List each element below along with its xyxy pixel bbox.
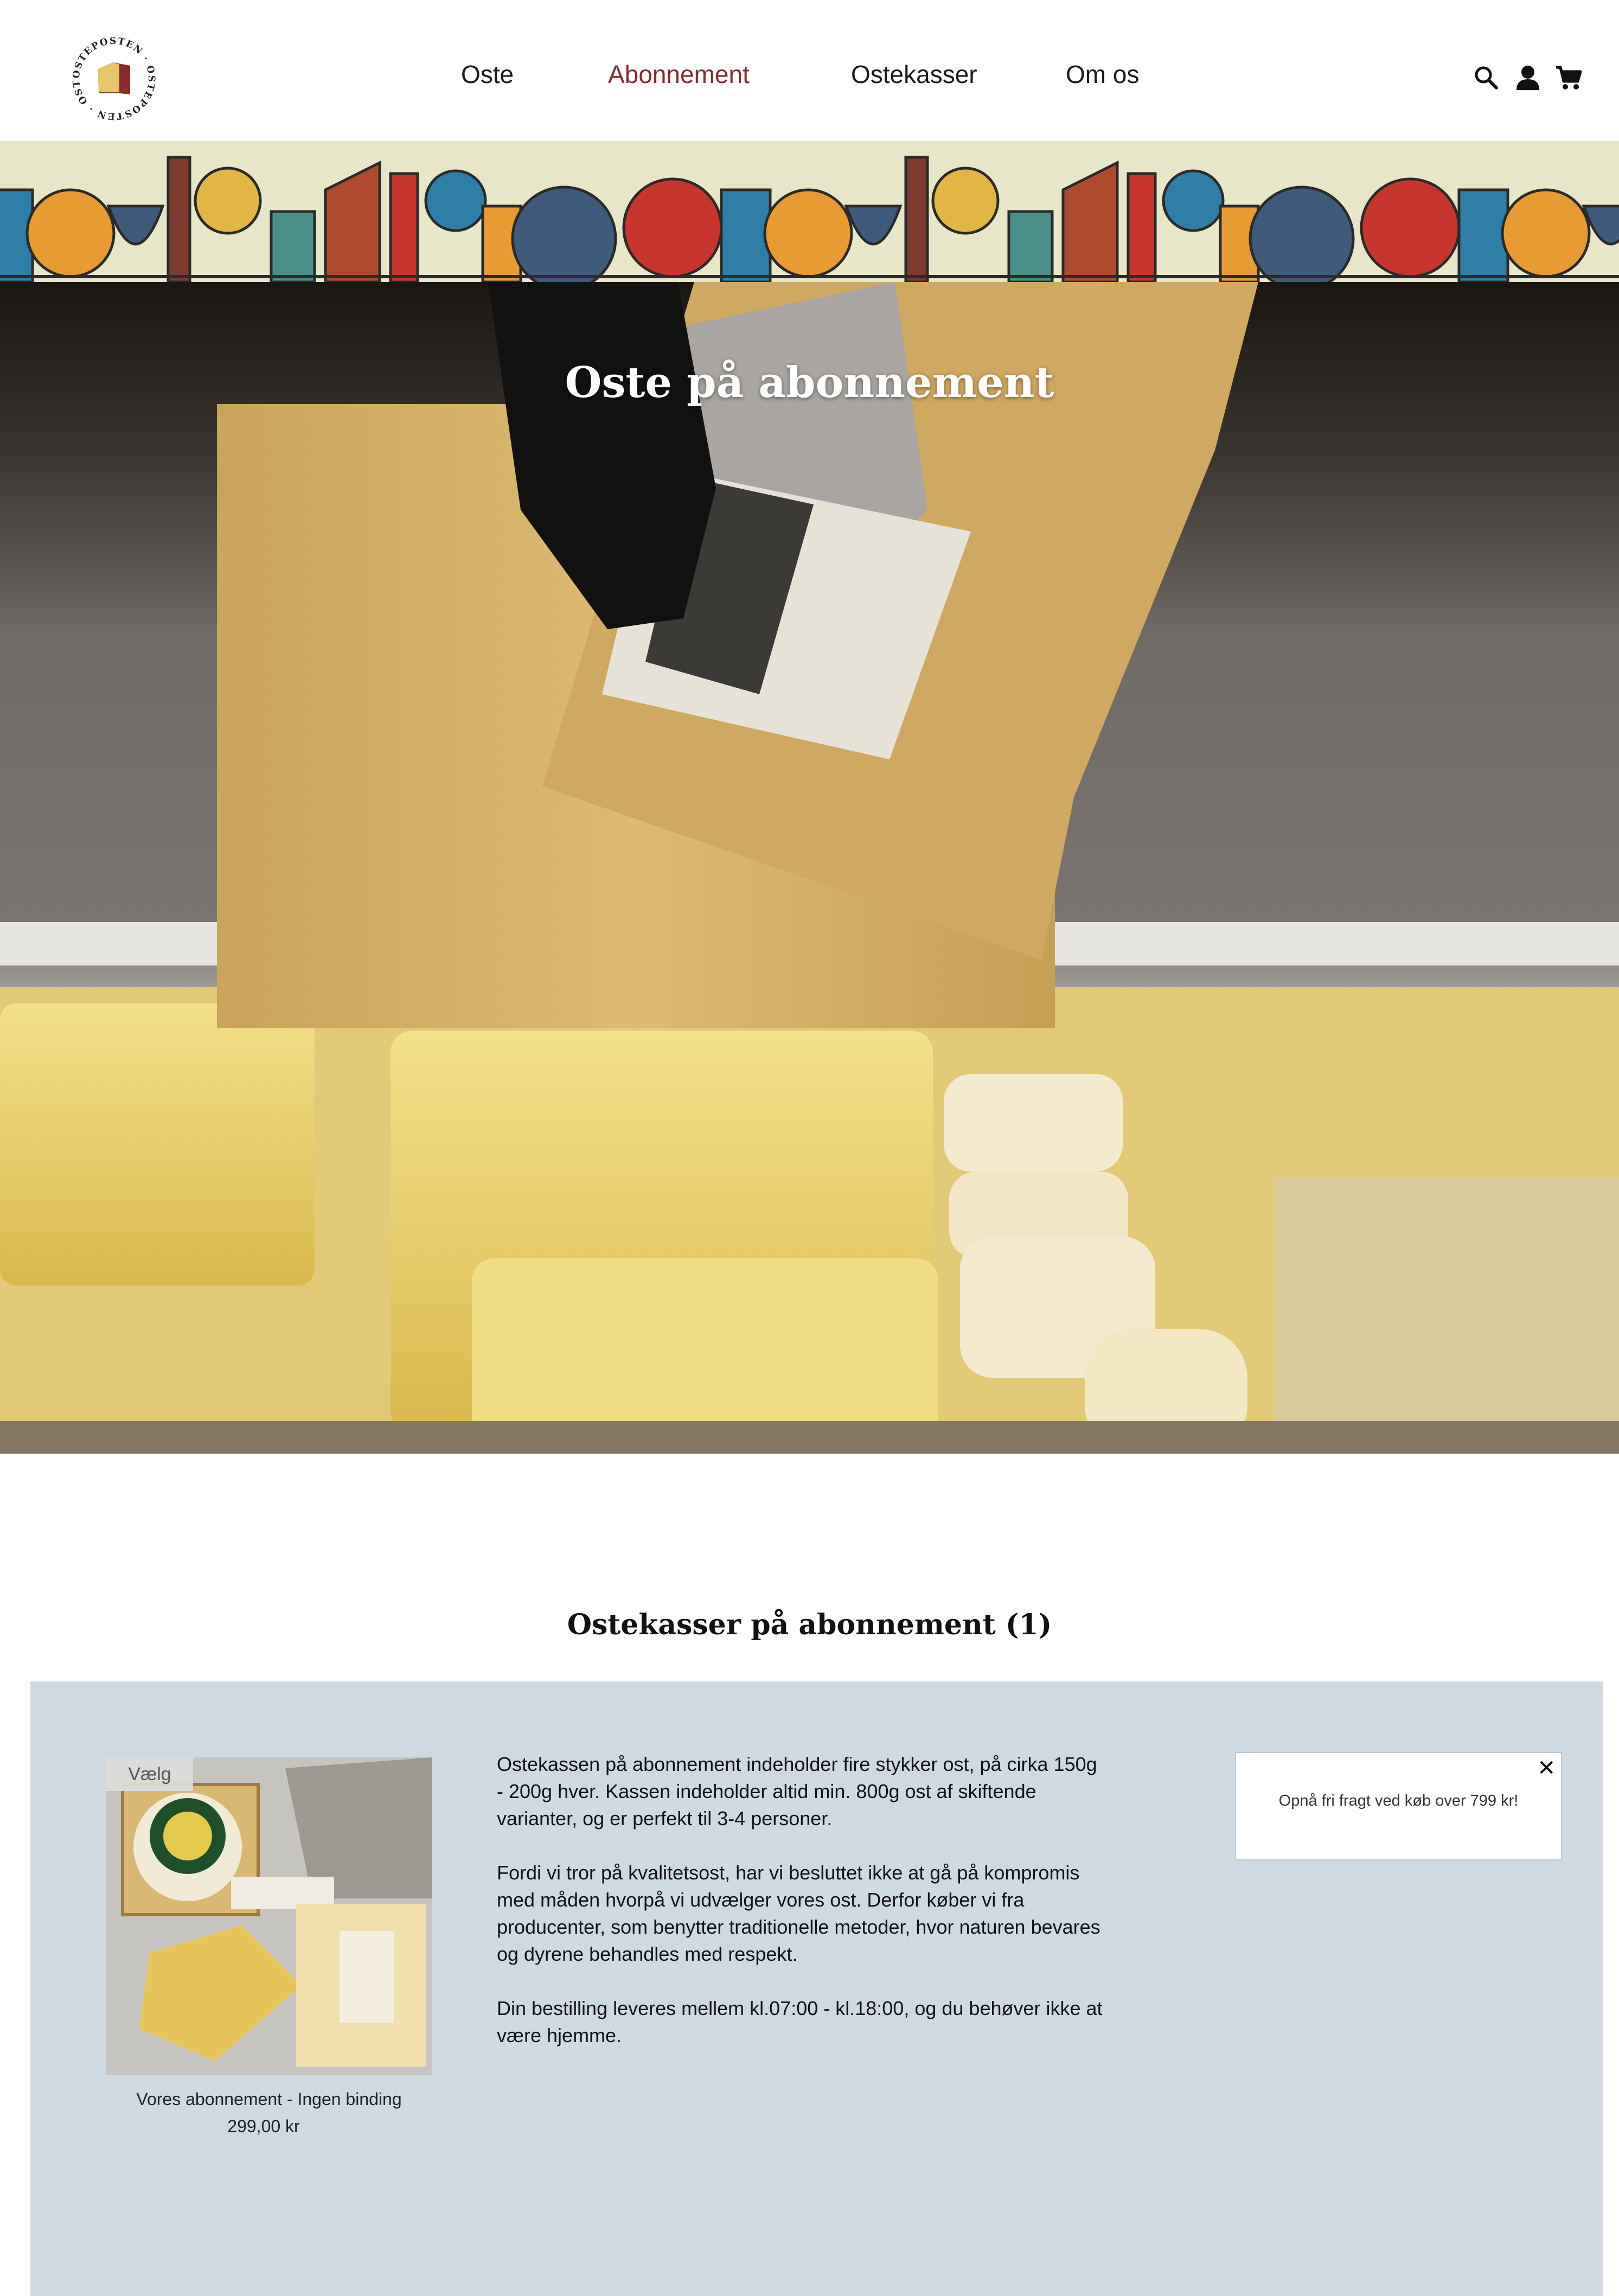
site-header: OSTEPOSTEN · OSTEPOSTEN · OSTEPOSTEN · O…: [0, 0, 1619, 141]
free-shipping-text: Opnå fri fragt ved køb over 799 kr!: [1278, 1792, 1519, 1809]
nav-oste[interactable]: Oste: [461, 60, 514, 89]
description-paragraph-2: Fordi vi tror på kvalitetsost, har vi be…: [497, 1862, 1100, 1965]
description-paragraph-3: Din bestilling leveres mellem kl.07:00 -…: [497, 1997, 1103, 2046]
cart-icon[interactable]: [1555, 64, 1582, 91]
nav-om-os[interactable]: Om os: [1066, 60, 1139, 89]
hero-image: [0, 282, 1619, 1454]
product-description: Ostekassen på abonnement indeholder fire…: [497, 1751, 1104, 2076]
product-price: 299,00 kr: [227, 2116, 300, 2136]
close-icon[interactable]: ✕: [1537, 1755, 1556, 1781]
user-icon[interactable]: [1514, 64, 1541, 91]
product-image[interactable]: Vælg: [106, 1757, 432, 2075]
section-title: Ostekasser på abonnement (1): [567, 1608, 1052, 1641]
free-shipping-notice: ✕ Opnå fri fragt ved køb over 799 kr!: [1235, 1752, 1562, 1860]
decorative-illustration-band: [0, 141, 1619, 282]
main-nav: Oste Abonnement Ostekasser Om os: [0, 60, 1619, 98]
search-icon[interactable]: [1473, 64, 1500, 91]
product-name[interactable]: Vores abonnement - Ingen binding: [95, 2089, 443, 2109]
hero-banner: Oste på abonnement: [0, 282, 1619, 1454]
select-badge[interactable]: Vælg: [106, 1757, 193, 1791]
nav-abonnement[interactable]: Abonnement: [608, 60, 750, 89]
description-paragraph-1: Ostekassen på abonnement indeholder fire…: [497, 1753, 1097, 1830]
nav-ostekasser[interactable]: Ostekasser: [851, 60, 977, 89]
hero-title: Oste på abonnement: [565, 358, 1054, 407]
